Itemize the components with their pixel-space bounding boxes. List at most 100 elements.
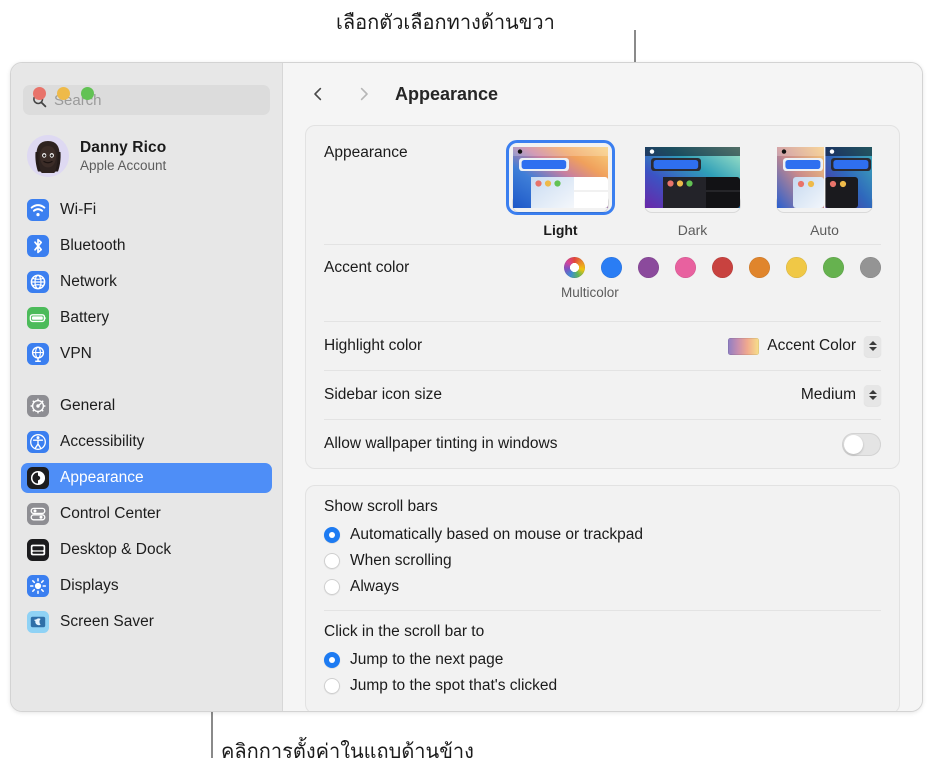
globe-icon xyxy=(27,271,49,293)
accent-swatch-yellow[interactable] xyxy=(786,257,807,278)
minimize-button[interactable] xyxy=(57,87,70,100)
callout-top-text: เลือกตัวเลือกทางด้านขวา xyxy=(336,10,555,34)
sidebar-item-label: Screen Saver xyxy=(60,613,154,630)
back-button[interactable] xyxy=(303,79,333,109)
sidebar-item-label: Appearance xyxy=(60,469,144,486)
control-center-icon xyxy=(27,503,49,525)
theme-option-auto[interactable]: Auto xyxy=(770,140,879,238)
appearance-row: Appearance Light Dark Auto xyxy=(324,126,881,245)
theme-label: Auto xyxy=(810,222,839,238)
appearance-label: Appearance xyxy=(324,144,408,161)
window-controls xyxy=(33,87,94,100)
radio-button[interactable] xyxy=(324,678,340,694)
gear-icon xyxy=(27,395,49,417)
chevron-right-icon xyxy=(360,87,368,101)
theme-options: Light Dark Auto xyxy=(506,140,881,238)
sidebar-item-network[interactable]: Network xyxy=(21,267,272,297)
sidebar-item-control-center[interactable]: Control Center xyxy=(21,499,272,529)
battery-icon xyxy=(27,307,49,329)
sidebar-item-accessibility[interactable]: Accessibility xyxy=(21,427,272,457)
radio-option-when-scrolling[interactable]: When scrolling xyxy=(324,548,881,574)
sidebar-item-label: Bluetooth xyxy=(60,237,126,254)
wallpaper-tinting-row: Allow wallpaper tinting in windows xyxy=(324,420,881,468)
sidebar-item-label: Accessibility xyxy=(60,433,145,450)
sidebar-icon-size-control[interactable]: Medium xyxy=(801,384,881,406)
accent-swatch-area: Multicolor xyxy=(561,257,881,300)
forward-button[interactable] xyxy=(349,79,379,109)
desktop-dock-icon xyxy=(27,539,49,561)
sidebar-item-label: Control Center xyxy=(60,505,161,522)
accent-swatch-multicolor[interactable] xyxy=(564,257,585,278)
account-texts: Danny Rico Apple Account xyxy=(80,139,166,173)
chevron-updown-icon[interactable] xyxy=(864,384,881,406)
accent-swatch-green[interactable] xyxy=(823,257,844,278)
account-subtitle: Apple Account xyxy=(80,158,167,173)
accent-color-label: Accent color xyxy=(324,259,410,276)
sidebar-item-label: Desktop & Dock xyxy=(60,541,172,558)
radio-option-spot-clicked[interactable]: Jump to the spot that's clicked xyxy=(324,673,881,699)
sidebar: Danny Rico Apple Account Wi-Fi xyxy=(11,63,283,711)
sidebar-group-system: General Accessibility Appearance Control… xyxy=(11,391,282,637)
divider xyxy=(324,610,881,611)
highlight-color-swatch xyxy=(728,337,760,355)
sidebar-item-wi-fi[interactable]: Wi-Fi xyxy=(21,195,272,225)
vpn-globe-icon xyxy=(27,343,49,365)
radio-label: Jump to the spot that's clicked xyxy=(350,677,558,694)
sidebar-item-general[interactable]: General xyxy=(21,391,272,421)
theme-option-dark[interactable]: Dark xyxy=(638,140,747,238)
radio-option-always[interactable]: Always xyxy=(324,574,881,600)
avatar xyxy=(27,135,69,177)
radio-option-automatic[interactable]: Automatically based on mouse or trackpad xyxy=(324,522,881,548)
sidebar-item-battery[interactable]: Battery xyxy=(21,303,272,333)
sidebar-item-appearance[interactable]: Appearance xyxy=(21,463,272,493)
wifi-icon xyxy=(27,199,49,221)
radio-option-next-page[interactable]: Jump to the next page xyxy=(324,647,881,673)
chevron-updown-icon[interactable] xyxy=(864,335,881,357)
accent-swatch-graphite[interactable] xyxy=(860,257,881,278)
accent-swatch-blue[interactable] xyxy=(601,257,622,278)
theme-label: Dark xyxy=(677,222,708,238)
highlight-color-control[interactable]: Accent Color xyxy=(728,335,881,357)
account-name: Danny Rico xyxy=(80,139,167,156)
highlight-color-row: Highlight color Accent Color xyxy=(324,322,881,371)
theme-thumbnail-light xyxy=(513,147,608,212)
show-scroll-bars-title: Show scroll bars xyxy=(324,498,438,515)
wallpaper-tinting-control xyxy=(842,432,881,456)
theme-frame xyxy=(770,140,879,215)
radio-button[interactable] xyxy=(324,527,340,543)
radio-label: When scrolling xyxy=(350,552,452,569)
sidebar-item-label: General xyxy=(60,397,116,414)
sidebar-item-label: Network xyxy=(60,273,117,290)
zoom-button[interactable] xyxy=(81,87,94,100)
sidebar-item-screen-saver[interactable]: Screen Saver xyxy=(21,607,272,637)
theme-frame xyxy=(638,140,747,215)
accent-swatch-red[interactable] xyxy=(712,257,733,278)
account-row[interactable]: Danny Rico Apple Account xyxy=(25,131,270,181)
radio-button[interactable] xyxy=(324,553,340,569)
wallpaper-tinting-toggle[interactable] xyxy=(842,432,881,456)
radio-button[interactable] xyxy=(324,652,340,668)
theme-thumbnail-dark xyxy=(645,147,740,212)
sidebar-group-connectivity: Wi-Fi Bluetooth Network Battery VPN xyxy=(11,195,282,369)
radio-label: Always xyxy=(350,578,400,595)
sidebar-item-label: Battery xyxy=(60,309,110,326)
accent-swatch-purple[interactable] xyxy=(638,257,659,278)
close-button[interactable] xyxy=(33,87,46,100)
sidebar-item-displays[interactable]: Displays xyxy=(21,571,272,601)
radio-label: Jump to the next page xyxy=(350,651,504,668)
accent-swatch-pink[interactable] xyxy=(675,257,696,278)
sidebar-item-vpn[interactable]: VPN xyxy=(21,339,272,369)
sidebar-item-label: Displays xyxy=(60,577,119,594)
toolbar: Appearance xyxy=(283,63,922,125)
selection-ring xyxy=(506,140,615,215)
content-pane: Appearance Appearance Light Dark Auto Ac… xyxy=(283,63,922,711)
sidebar-item-bluetooth[interactable]: Bluetooth xyxy=(21,231,272,261)
theme-option-light[interactable]: Light xyxy=(506,140,615,238)
radio-button[interactable] xyxy=(324,579,340,595)
accent-swatches xyxy=(564,257,881,278)
bluetooth-icon xyxy=(27,235,49,257)
sidebar-item-label: VPN xyxy=(60,345,92,362)
appearance-icon xyxy=(27,467,49,489)
accent-swatch-orange[interactable] xyxy=(749,257,770,278)
sidebar-item-desktop-and-dock[interactable]: Desktop & Dock xyxy=(21,535,272,565)
